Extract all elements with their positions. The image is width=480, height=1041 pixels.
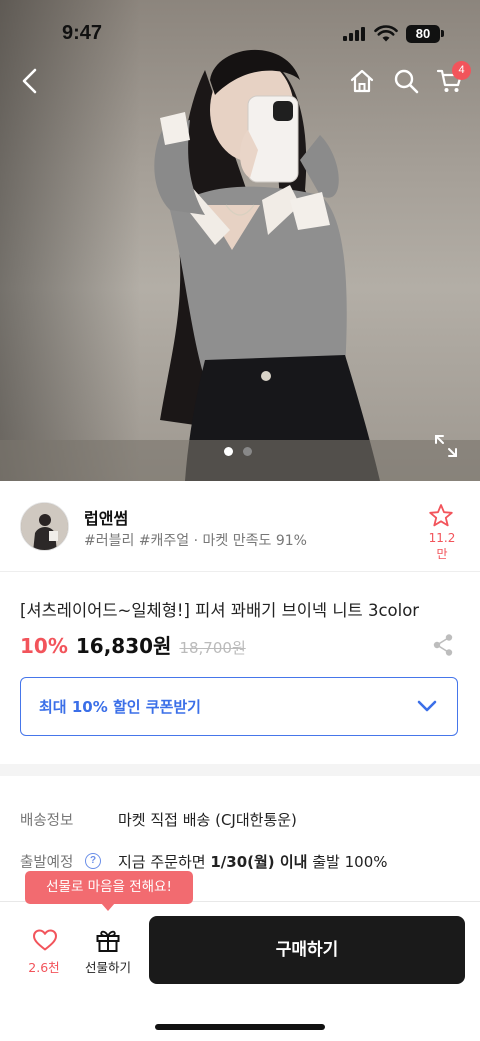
search-button[interactable] <box>386 61 426 101</box>
carousel-indicator <box>224 447 252 456</box>
coupon-button[interactable]: 최대 10% 할인 쿠폰받기 <box>20 677 458 736</box>
product-title: [셔츠레이어드~일체형!] 피셔 꽈배기 브이넥 니트 3color <box>20 601 420 620</box>
favorite-count: 11.2만 <box>428 531 456 561</box>
carousel-dot[interactable] <box>243 447 252 456</box>
gift-button[interactable]: 선물하기 <box>78 926 138 976</box>
departure-prefix: 지금 주문하면 <box>118 853 211 871</box>
home-button[interactable] <box>342 61 382 101</box>
departure-value: 지금 주문하면 1/30(월) 이내 출발 100% <box>118 851 388 872</box>
departure-date: 1/30(월) 이내 <box>210 853 308 871</box>
seller-tags: #러블리 #캐주얼 · 마켓 만족도 91% <box>84 533 307 549</box>
cellular-signal-icon <box>343 27 367 41</box>
seller-section[interactable]: 럽앤썸 #러블리 #캐주얼 · 마켓 만족도 91% 11.2만 <box>0 481 480 571</box>
discount-rate: 10% <box>20 634 68 658</box>
tooltip-tail <box>101 903 115 911</box>
expand-icon[interactable] <box>432 432 460 460</box>
like-count: 2.6천 <box>28 960 60 975</box>
battery-tip <box>441 30 444 37</box>
seller-avatar[interactable] <box>20 502 69 551</box>
buy-button[interactable]: 구매하기 <box>149 916 465 984</box>
status-time: 9:47 <box>62 22 103 44</box>
battery-icon: 80 <box>406 25 440 43</box>
price-row: 10% 16,830원 18,700원 <box>20 630 246 660</box>
shipping-label: 배송정보 <box>20 813 74 829</box>
home-indicator <box>155 1024 325 1030</box>
gift-label: 선물하기 <box>84 960 131 975</box>
original-price: 18,700원 <box>179 639 246 657</box>
status-bar: 9:47 80 <box>0 0 480 56</box>
star-icon[interactable] <box>428 503 454 527</box>
heart-icon <box>33 929 57 951</box>
chevron-left-icon <box>22 68 37 94</box>
seller-avatar-image <box>21 503 68 550</box>
back-button[interactable] <box>10 61 50 101</box>
coupon-label: 최대 10% 할인 쿠폰받기 <box>39 698 201 716</box>
share-icon[interactable] <box>432 633 454 657</box>
departure-suffix: 출발 100% <box>307 853 388 871</box>
departure-label: 출발예정 <box>20 855 74 871</box>
shipping-value: 마켓 직접 배송 (CJ대한통운) <box>118 811 297 829</box>
gift-icon <box>96 930 120 952</box>
home-icon <box>350 69 374 93</box>
chevron-down-icon <box>417 700 437 712</box>
gift-tooltip: 선물로 마음을 전해요! <box>25 871 193 904</box>
like-button[interactable]: 2.6천 <box>18 926 70 976</box>
seller-name[interactable]: 럽앤썸 <box>84 505 128 529</box>
carousel-dot-active[interactable] <box>224 447 233 456</box>
cart-count-badge: 4 <box>452 61 471 80</box>
divider <box>0 571 480 572</box>
wifi-icon <box>374 25 398 42</box>
search-icon <box>394 69 419 94</box>
help-icon[interactable]: ? <box>85 853 101 869</box>
sale-price: 16,830원 <box>75 634 172 658</box>
section-divider <box>0 764 480 776</box>
